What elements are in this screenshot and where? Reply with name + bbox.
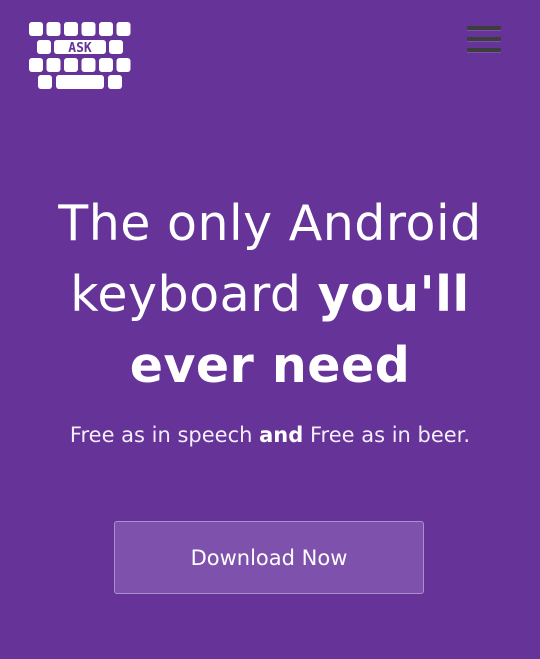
- download-now-button[interactable]: Download Now: [114, 521, 424, 594]
- keyboard-logo-svg: ASK: [29, 22, 131, 89]
- menu-bar: [467, 26, 501, 30]
- headline-keyboard: keyboard: [70, 266, 302, 323]
- logo-text: ASK: [68, 41, 92, 56]
- headline-line-1: The only Android: [58, 195, 482, 252]
- menu-bar: [467, 48, 501, 52]
- hero-headline: The only Android keyboard you'll ever ne…: [20, 188, 520, 401]
- hamburger-menu-icon[interactable]: [466, 24, 502, 56]
- menu-bar: [467, 37, 501, 41]
- subtitle-beer: Free as in beer.: [309, 423, 471, 447]
- hero-subtitle: Free as in speech and Free as in beer.: [20, 420, 520, 450]
- headline-youll: you'll: [317, 266, 470, 323]
- subtitle-and: and: [259, 423, 304, 447]
- subtitle-speech: Free as in speech: [69, 423, 253, 447]
- headline-ever-need: ever need: [129, 337, 411, 394]
- keyboard-logo-icon[interactable]: ASK: [29, 22, 131, 90]
